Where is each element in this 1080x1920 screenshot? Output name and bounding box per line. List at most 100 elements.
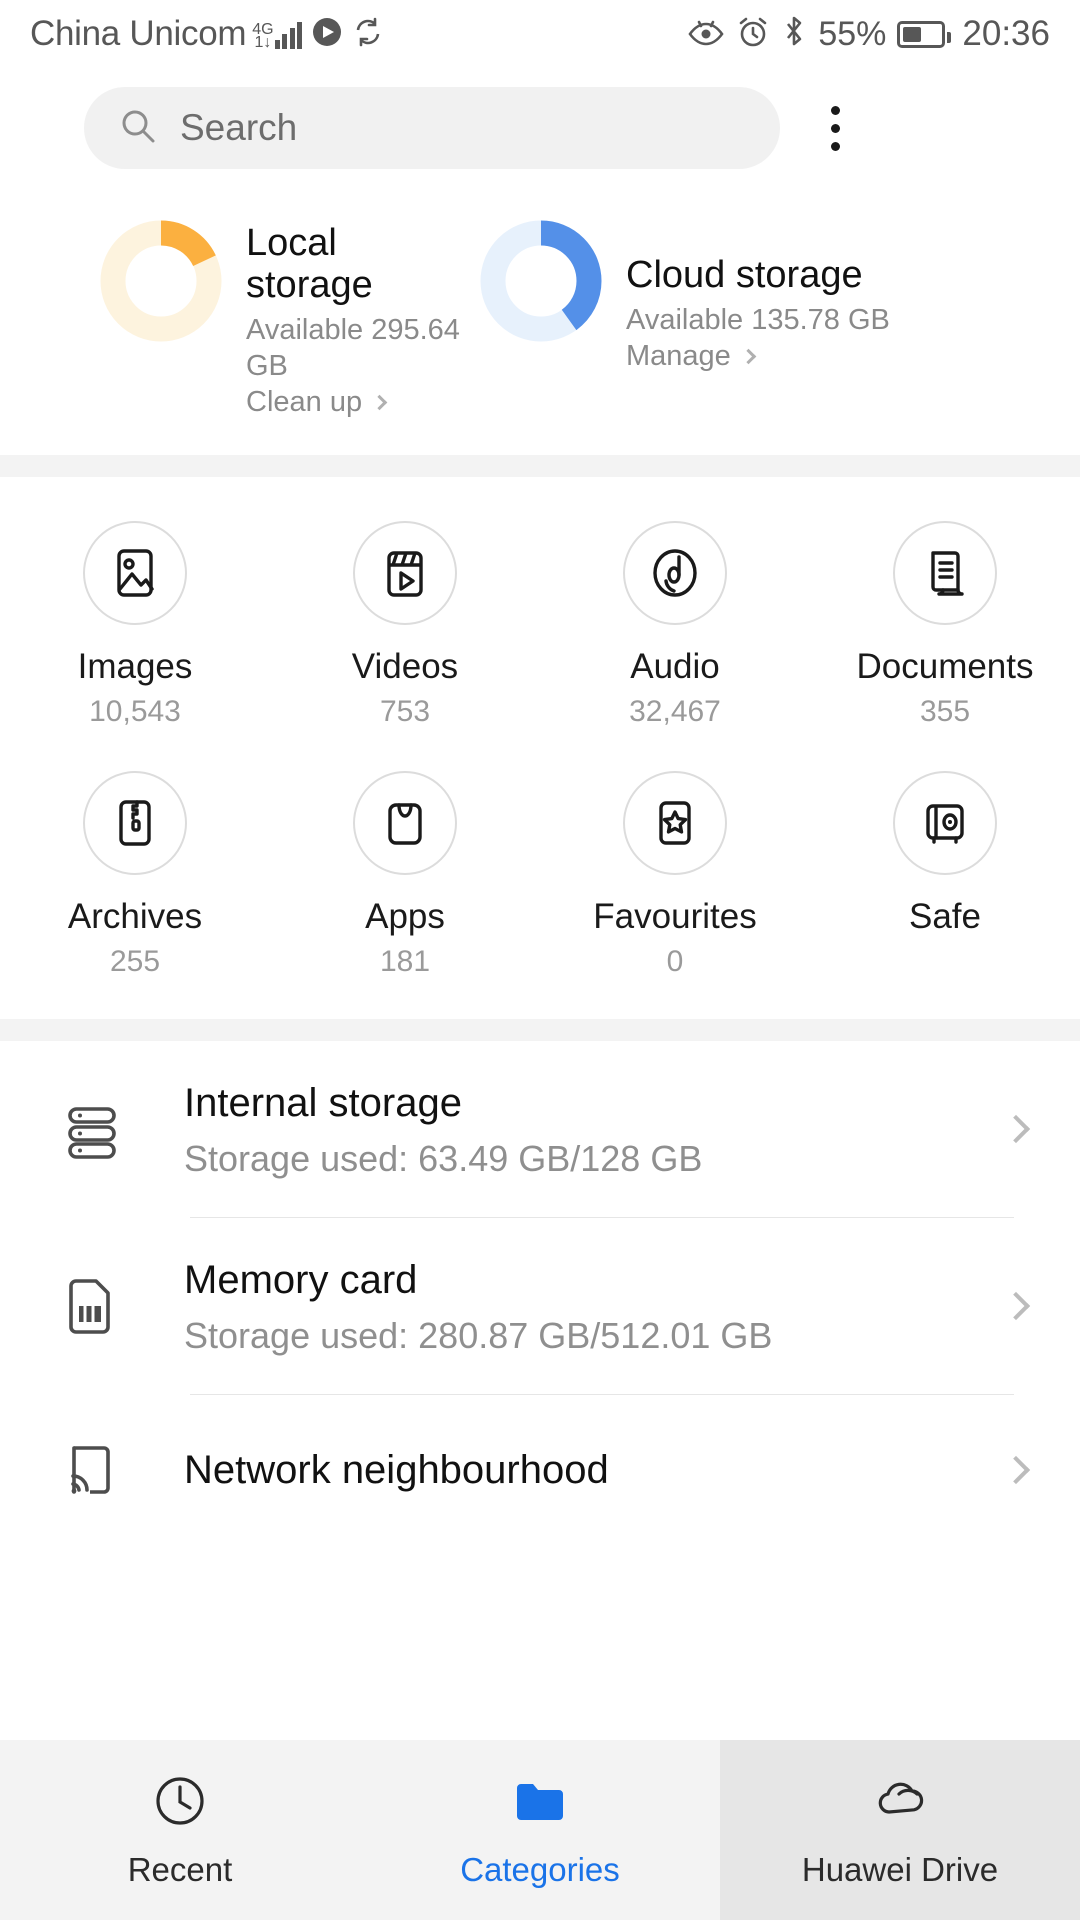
storage-list: Internal storage Storage used: 63.49 GB/…	[0, 1041, 1080, 1545]
list-item-internal-storage[interactable]: Internal storage Storage used: 63.49 GB/…	[0, 1041, 1080, 1217]
category-label: Documents	[856, 647, 1034, 686]
category-label: Safe	[909, 897, 981, 936]
favourite-star-icon	[623, 771, 727, 875]
audio-disc-icon	[623, 521, 727, 625]
list-item-body: Internal storage Storage used: 63.49 GB/…	[156, 1078, 1006, 1180]
chevron-right-icon	[1001, 1455, 1031, 1485]
video-icon	[353, 521, 457, 625]
local-storage-title: Local storage	[246, 222, 373, 306]
sd-card-icon	[60, 1274, 156, 1338]
search-input[interactable]: Search	[84, 87, 780, 169]
status-bar-right: 55% 20:36	[687, 14, 1050, 54]
search-row: Search	[0, 68, 1080, 178]
local-storage-text: Local storage Available 295.64 GB Clean …	[222, 220, 480, 419]
list-item-title: Network neighbourhood	[184, 1448, 609, 1492]
network-type-indicator: 4G 1↓	[252, 19, 303, 51]
list-item-body: Memory card Storage used: 280.87 GB/512.…	[156, 1255, 1006, 1357]
battery-icon	[897, 20, 952, 48]
signal-bars-icon	[274, 19, 303, 49]
chevron-right-icon	[740, 348, 757, 365]
list-item-network-neighbourhood[interactable]: Network neighbourhood	[0, 1395, 1080, 1545]
document-icon	[893, 521, 997, 625]
safe-vault-icon	[893, 771, 997, 875]
category-item-safe[interactable]: Safe	[810, 771, 1080, 979]
nav-label: Categories	[460, 1850, 620, 1888]
clock-label: 20:36	[962, 14, 1050, 53]
category-count: 255	[109, 945, 161, 978]
bottom-navigation: Recent Categories Huawei Drive	[0, 1740, 1080, 1920]
category-count: 10,543	[89, 695, 181, 728]
eye-comfort-icon	[687, 17, 725, 52]
category-row-1: Images 10,543 Videos 753 Audio 32,467 Do…	[0, 521, 1080, 729]
search-placeholder: Search	[180, 107, 298, 148]
sync-icon	[352, 16, 384, 53]
list-item-body: Network neighbourhood	[156, 1445, 1006, 1495]
category-count: 181	[379, 945, 431, 978]
play-badge-icon	[310, 15, 344, 54]
category-item-documents[interactable]: Documents 355	[810, 521, 1080, 729]
cloud-storage-available: Available 135.78 GB	[626, 304, 890, 336]
local-storage-available: Available 295.64 GB	[246, 314, 460, 382]
local-storage-card[interactable]: Local storage Available 295.64 GB Clean …	[0, 220, 480, 419]
cloud-storage-manage-link[interactable]: Manage	[626, 340, 890, 373]
category-count: 0	[666, 945, 684, 978]
list-item-subtitle: Storage used: 63.49 GB/128 GB	[184, 1138, 703, 1179]
list-item-title: Memory card	[184, 1258, 418, 1302]
nav-item-huawei-drive[interactable]: Huawei Drive	[720, 1740, 1080, 1920]
category-item-images[interactable]: Images 10,543	[0, 521, 270, 729]
cleanup-label: Clean up	[246, 386, 363, 418]
folder-icon	[511, 1772, 569, 1835]
list-item-subtitle: Storage used: 280.87 GB/512.01 GB	[184, 1315, 773, 1356]
local-storage-cleanup-link[interactable]: Clean up	[246, 386, 480, 419]
battery-percent-label: 55%	[818, 14, 887, 53]
category-grid: Images 10,543 Videos 753 Audio 32,467 Do…	[0, 477, 1080, 1019]
manage-label: Manage	[626, 340, 731, 372]
chevron-right-icon	[371, 394, 388, 411]
cloud-icon	[869, 1772, 931, 1835]
storage-summary: Local storage Available 295.64 GB Clean …	[0, 178, 1080, 455]
category-item-apps[interactable]: Apps 181	[270, 771, 540, 979]
category-row-2: Archives 255 Apps 181 Favourites 0 Safe	[0, 771, 1080, 979]
section-divider	[0, 455, 1080, 477]
category-count: 753	[379, 695, 431, 728]
category-count: 355	[919, 695, 971, 728]
nav-item-recent[interactable]: Recent	[0, 1740, 360, 1920]
search-icon	[118, 106, 158, 151]
archive-zip-icon	[83, 771, 187, 875]
local-storage-donut	[100, 220, 222, 342]
section-divider-2	[0, 1019, 1080, 1041]
cloud-storage-text: Cloud storage Available 135.78 GB Manage	[602, 220, 890, 373]
category-label: Favourites	[593, 897, 757, 936]
nav-label: Huawei Drive	[801, 1850, 999, 1888]
category-item-favourites[interactable]: Favourites 0	[540, 771, 810, 979]
chevron-right-icon	[1001, 1114, 1031, 1144]
category-item-audio[interactable]: Audio 32,467	[540, 521, 810, 729]
list-item-title: Internal storage	[184, 1081, 462, 1125]
cloud-storage-donut	[480, 220, 602, 342]
category-label: Apps	[365, 897, 445, 936]
category-item-archives[interactable]: Archives 255	[0, 771, 270, 979]
category-label: Images	[77, 647, 193, 686]
chevron-right-icon	[1001, 1291, 1031, 1321]
nav-item-categories[interactable]: Categories	[360, 1740, 720, 1920]
file-manager-screen: China Unicom 4G 1↓ 55% 20:36 Search Loca…	[0, 0, 1080, 1920]
cloud-storage-card[interactable]: Cloud storage Available 135.78 GB Manage	[480, 220, 1080, 419]
network-gen-label: 4G 1↓	[252, 21, 274, 51]
category-label: Videos	[351, 647, 459, 686]
bluetooth-icon	[781, 15, 807, 54]
alarm-icon	[736, 15, 770, 54]
clock-icon	[151, 1772, 209, 1835]
list-item-memory-card[interactable]: Memory card Storage used: 280.87 GB/512.…	[0, 1218, 1080, 1394]
nav-label: Recent	[127, 1850, 233, 1888]
category-label: Audio	[630, 647, 720, 686]
category-item-videos[interactable]: Videos 753	[270, 521, 540, 729]
network-device-icon	[60, 1438, 156, 1502]
category-count: 32,467	[629, 695, 721, 728]
more-vertical-icon[interactable]	[796, 105, 874, 151]
cloud-storage-title: Cloud storage	[626, 254, 863, 296]
status-bar: China Unicom 4G 1↓ 55% 20:36	[0, 0, 1080, 68]
category-label: Archives	[67, 897, 203, 936]
apps-bag-icon	[353, 771, 457, 875]
carrier-label: China Unicom	[30, 14, 247, 53]
status-bar-left: China Unicom 4G 1↓	[30, 14, 687, 54]
